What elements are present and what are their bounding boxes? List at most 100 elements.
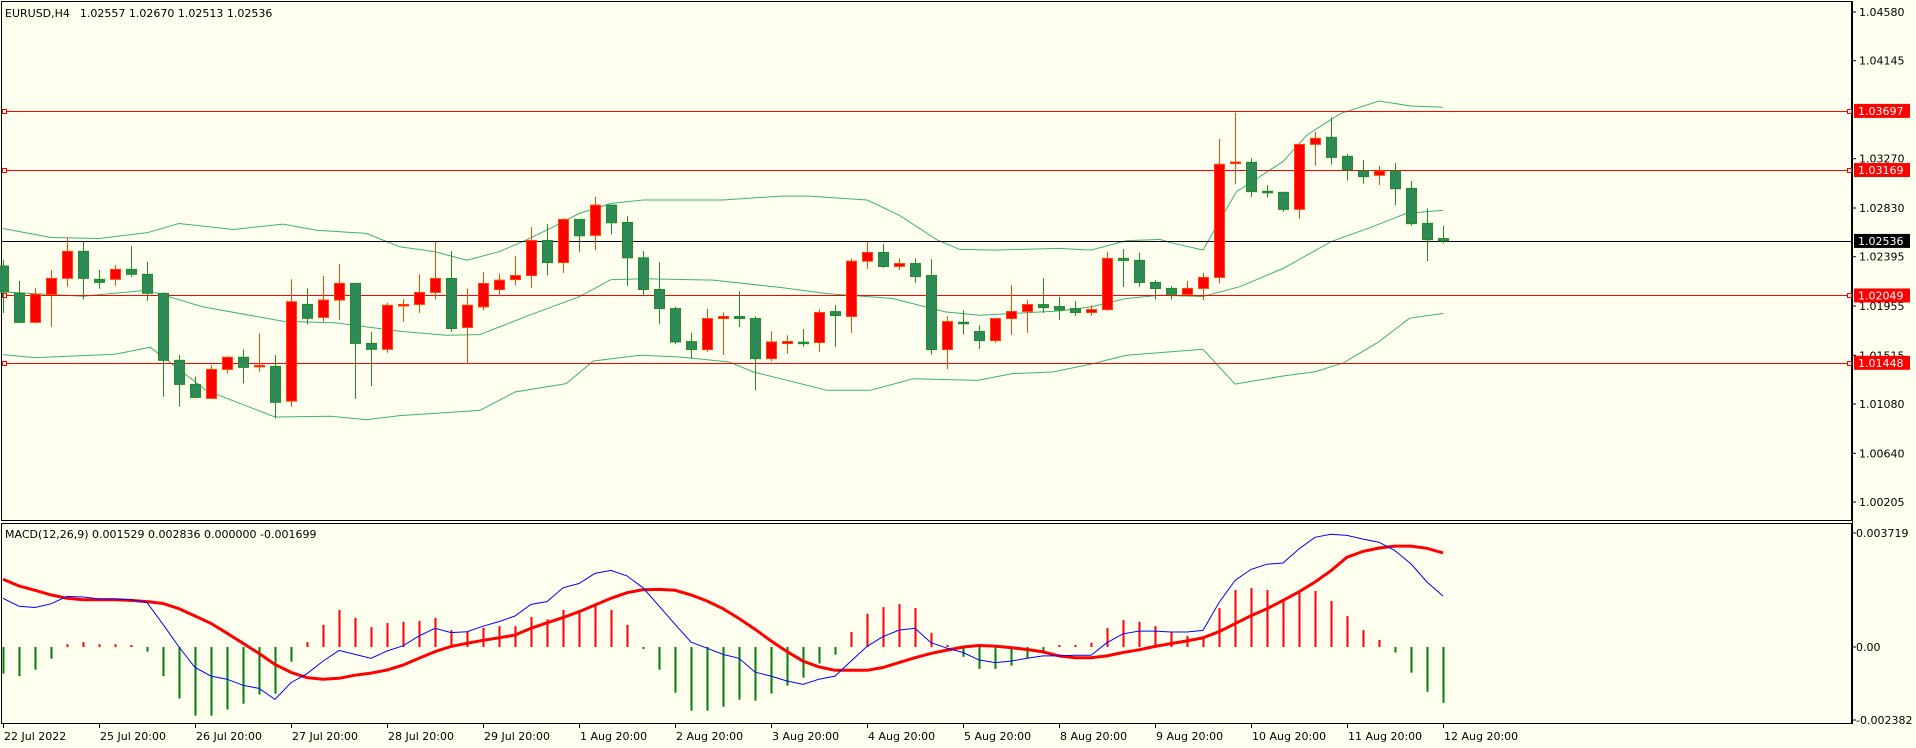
bearish-candle [958, 321, 969, 325]
macd-axis: 0.003719 0.00 -0.002382 [1852, 527, 1912, 727]
price-tick-label: 1.04580 [1859, 6, 1905, 19]
bearish-candle [1278, 191, 1289, 210]
bullish-candle [862, 251, 873, 262]
macd-pane[interactable]: MACD(12,26,9) 0.001529 0.002836 0.000000… [1, 523, 1852, 724]
price-tick-label: 1.02395 [1859, 251, 1905, 264]
bullish-candle [478, 282, 489, 308]
bullish-candle [318, 299, 329, 318]
bearish-candle [0, 265, 9, 293]
bearish-candle [302, 303, 313, 319]
time-tick-label: 5 Aug 20:00 [964, 730, 1031, 743]
price-tag-label: 1.02536 [1858, 235, 1904, 248]
bullish-candle [510, 275, 521, 281]
bearish-candle [350, 282, 361, 344]
bearish-candle [926, 275, 937, 351]
bullish-candle [766, 341, 777, 360]
symbol-label: EURUSD,H4 1.02557 1.02670 1.02513 1.02536 [5, 7, 272, 20]
price-tick-label: 1.02830 [1859, 202, 1905, 215]
time-tick-label: 12 Aug 20:00 [1444, 730, 1518, 743]
bullish-candle [414, 291, 425, 305]
bearish-candle [574, 218, 585, 237]
time-tick-label: 3 Aug 20:00 [772, 730, 839, 743]
time-tick-label: 2 Aug 20:00 [676, 730, 743, 743]
bearish-candle [1054, 306, 1065, 311]
bullish-candle [1294, 143, 1305, 210]
bearish-candle [78, 250, 89, 279]
price-tick-label: 1.00640 [1859, 447, 1905, 460]
bearish-candle [686, 341, 697, 351]
bearish-candle [1342, 155, 1353, 171]
bullish-candle [1374, 170, 1385, 176]
bearish-candle [1070, 308, 1081, 313]
price-pane[interactable]: EURUSD,H4 1.02557 1.02670 1.02513 1.02536 [0, 1, 1852, 521]
bearish-candle [190, 383, 201, 398]
bullish-candle [1198, 276, 1209, 289]
time-tick-label: 10 Aug 20:00 [1252, 730, 1326, 743]
bearish-candle [1166, 287, 1177, 295]
price-tick-label: 1.00205 [1859, 496, 1905, 509]
macd-tick-label: 0.00 [1856, 641, 1881, 654]
time-tick-label: 11 Aug 20:00 [1348, 730, 1422, 743]
bullish-candle [494, 279, 505, 291]
bearish-candle [1358, 170, 1369, 178]
bearish-candle [142, 273, 153, 294]
bearish-candle [1118, 257, 1129, 261]
line-anchor-handle[interactable] [2, 168, 7, 173]
line-anchor-handle[interactable] [2, 361, 7, 366]
bearish-candle [94, 278, 105, 283]
macd-tick-label: 0.003719 [1856, 527, 1909, 540]
line-anchor-handle[interactable] [1847, 361, 1852, 366]
bullish-candle [894, 263, 905, 267]
macd-pane-frame [1, 523, 1852, 724]
line-anchor-handle[interactable] [2, 109, 7, 114]
line-anchor-handle[interactable] [1847, 293, 1852, 298]
line-anchor-handle[interactable] [1847, 168, 1852, 173]
bullish-candle [590, 204, 601, 236]
bullish-candle [334, 282, 345, 301]
bearish-candle [446, 277, 457, 330]
time-tick-label: 27 Jul 20:00 [292, 730, 358, 743]
bullish-candle [1006, 310, 1017, 320]
bearish-candle [1438, 238, 1449, 242]
bearish-candle [1422, 222, 1433, 241]
bullish-candle [46, 277, 57, 295]
trading-chart[interactable]: EURUSD,H4 1.02557 1.02670 1.02513 1.02536… [0, 0, 1916, 748]
bullish-candle [206, 368, 217, 399]
bearish-candle [1134, 259, 1145, 283]
bearish-candle [878, 251, 889, 267]
bullish-candle [942, 321, 953, 351]
time-tick-label: 25 Jul 20:00 [100, 730, 166, 743]
bullish-candle [1182, 287, 1193, 295]
bullish-candle [462, 304, 473, 329]
time-tick-label: 9 Aug 20:00 [1156, 730, 1223, 743]
bearish-candle [238, 356, 249, 368]
bearish-candle [1246, 161, 1257, 193]
bearish-candle [542, 239, 553, 264]
bullish-candle [718, 316, 729, 320]
bearish-candle [654, 289, 665, 310]
bullish-candle [1310, 137, 1321, 145]
bullish-candle [430, 277, 441, 293]
bearish-candle [638, 257, 649, 291]
time-tick-label: 26 Jul 20:00 [196, 730, 262, 743]
bullish-candle [814, 311, 825, 344]
bearish-candle [1390, 170, 1401, 190]
bullish-candle [526, 239, 537, 277]
bearish-candle [270, 365, 281, 403]
bullish-candle [1102, 257, 1113, 311]
bearish-candle [974, 331, 985, 342]
line-anchor-handle[interactable] [1847, 109, 1852, 114]
macd-tick-label: -0.002382 [1856, 714, 1912, 727]
bearish-candle [1038, 304, 1049, 309]
time-axis[interactable]: 22 Jul 2022 25 Jul 20:00 26 Jul 20:00 27 Ju… [3, 724, 1519, 743]
bullish-candle [558, 218, 569, 264]
bearish-candle [126, 268, 137, 275]
bullish-candle [62, 250, 73, 279]
price-tag-label: 1.03169 [1858, 164, 1904, 177]
bearish-candle [1406, 187, 1417, 225]
time-tick-label: 29 Jul 20:00 [484, 730, 550, 743]
bearish-candle [910, 263, 921, 278]
price-tag-label: 1.02049 [1858, 289, 1904, 302]
price-tags: 1.03697 1.03169 1.02536 1.02049 1.01448 [1854, 103, 1910, 370]
bullish-candle [382, 304, 393, 350]
